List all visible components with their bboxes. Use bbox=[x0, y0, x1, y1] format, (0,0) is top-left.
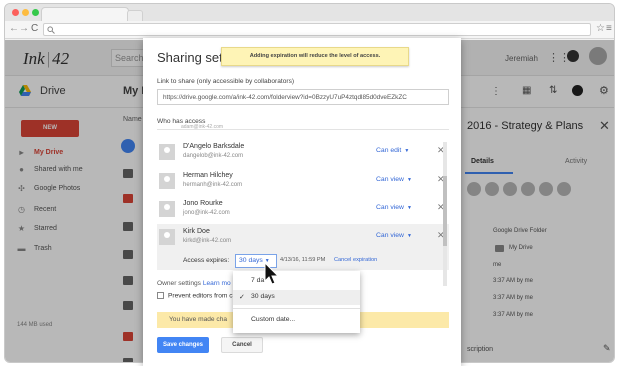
mouse-cursor-icon bbox=[264, 262, 280, 285]
dialog-title: Sharing setti bbox=[157, 50, 230, 65]
collaborator-name: Herman Hilchey bbox=[183, 172, 233, 179]
access-expiration-row: Access expires: 30 days ▼ 4/13/16, 11:59… bbox=[157, 252, 449, 270]
address-bar[interactable] bbox=[43, 23, 591, 36]
expiration-date: 4/13/16, 11:59 PM bbox=[280, 257, 326, 263]
collaborator-email: dangelob@ink-42.com bbox=[183, 153, 244, 159]
scrollbar-thumb[interactable] bbox=[443, 176, 447, 246]
role-dropdown[interactable]: Can view ▼ bbox=[376, 232, 412, 239]
collaborator-name: D'Angelo Barksdale bbox=[183, 143, 245, 150]
maximize-window-dot[interactable] bbox=[32, 9, 39, 16]
browser-tabbar bbox=[5, 4, 614, 21]
menu-divider bbox=[233, 308, 360, 309]
collaborator-row: Kirk Doe kirkd@ink-42.com Can view ▼ ✕ bbox=[157, 224, 449, 252]
collaborator-row: Jono Rourke jono@ink-42.com Can view ▼ ✕ bbox=[157, 196, 449, 224]
link-label: Link to share (only accessible by collab… bbox=[157, 78, 295, 85]
browser-toolbar: ← → C ☆ ≡ bbox=[5, 21, 614, 39]
menu-item-custom-date[interactable]: Custom date... bbox=[233, 313, 360, 328]
chevron-down-icon: ▼ bbox=[406, 233, 412, 239]
menu-item-7-days[interactable]: 7 da bbox=[233, 274, 360, 289]
chevron-down-icon: ▼ bbox=[404, 148, 410, 154]
person-avatar-icon bbox=[159, 173, 175, 189]
collaborator-row: D'Angelo Barksdale dangelob@ink-42.com C… bbox=[157, 139, 449, 167]
new-tab-button[interactable] bbox=[127, 10, 143, 21]
access-expires-label: Access expires: bbox=[183, 257, 230, 264]
learn-more-link[interactable]: Learn mo bbox=[203, 280, 231, 287]
save-changes-button[interactable]: Save changes bbox=[157, 337, 209, 353]
prevent-editors-option[interactable]: Prevent editors from c bbox=[157, 292, 233, 299]
close-window-dot[interactable] bbox=[12, 9, 19, 16]
share-link-field[interactable]: https://drive.google.com/a/ink-42.com/fo… bbox=[157, 89, 449, 105]
cancel-expiration-link[interactable]: Cancel expiration bbox=[334, 257, 377, 263]
person-avatar-icon bbox=[159, 144, 175, 160]
expiration-tooltip: Adding expiration will reduce the level … bbox=[221, 47, 409, 66]
checkmark-icon: ✓ bbox=[239, 294, 245, 301]
back-arrow-icon[interactable]: ← bbox=[9, 23, 19, 34]
star-icon[interactable]: ☆ bbox=[596, 23, 605, 34]
menu-icon[interactable]: ≡ bbox=[606, 23, 612, 34]
partial-email: adam@ink-42.com bbox=[181, 124, 224, 130]
person-avatar-icon bbox=[159, 229, 175, 245]
cancel-button[interactable]: Cancel bbox=[221, 337, 263, 353]
owner-settings: Owner settings Learn mo bbox=[157, 280, 231, 287]
chevron-down-icon: ▼ bbox=[406, 177, 412, 183]
role-dropdown[interactable]: Can edit ▼ bbox=[376, 147, 409, 154]
reload-icon[interactable]: C bbox=[31, 23, 38, 34]
browser-tab-active[interactable] bbox=[41, 7, 129, 21]
person-avatar-icon bbox=[159, 201, 175, 217]
collaborator-row: Herman Hilchey hermanh@ink-42.com Can vi… bbox=[157, 168, 449, 196]
prevent-editors-checkbox[interactable] bbox=[157, 292, 164, 299]
collaborator-name: Kirk Doe bbox=[183, 228, 210, 235]
collaborator-email: jono@ink-42.com bbox=[183, 210, 230, 216]
search-icon bbox=[47, 26, 55, 34]
collaborator-email: kirkd@ink-42.com bbox=[183, 238, 232, 244]
menu-item-30-days[interactable]: ✓ 30 days bbox=[233, 290, 360, 305]
role-dropdown[interactable]: Can view ▼ bbox=[376, 204, 412, 211]
collaborator-name: Jono Rourke bbox=[183, 200, 223, 207]
minimize-window-dot[interactable] bbox=[22, 9, 29, 16]
role-dropdown[interactable]: Can view ▼ bbox=[376, 176, 412, 183]
collaborator-email: hermanh@ink-42.com bbox=[183, 182, 243, 188]
forward-arrow-icon[interactable]: → bbox=[19, 23, 29, 34]
expiration-dropdown-menu: 7 da ✓ 30 days Custom date... bbox=[233, 271, 360, 333]
chevron-down-icon: ▼ bbox=[406, 205, 412, 211]
